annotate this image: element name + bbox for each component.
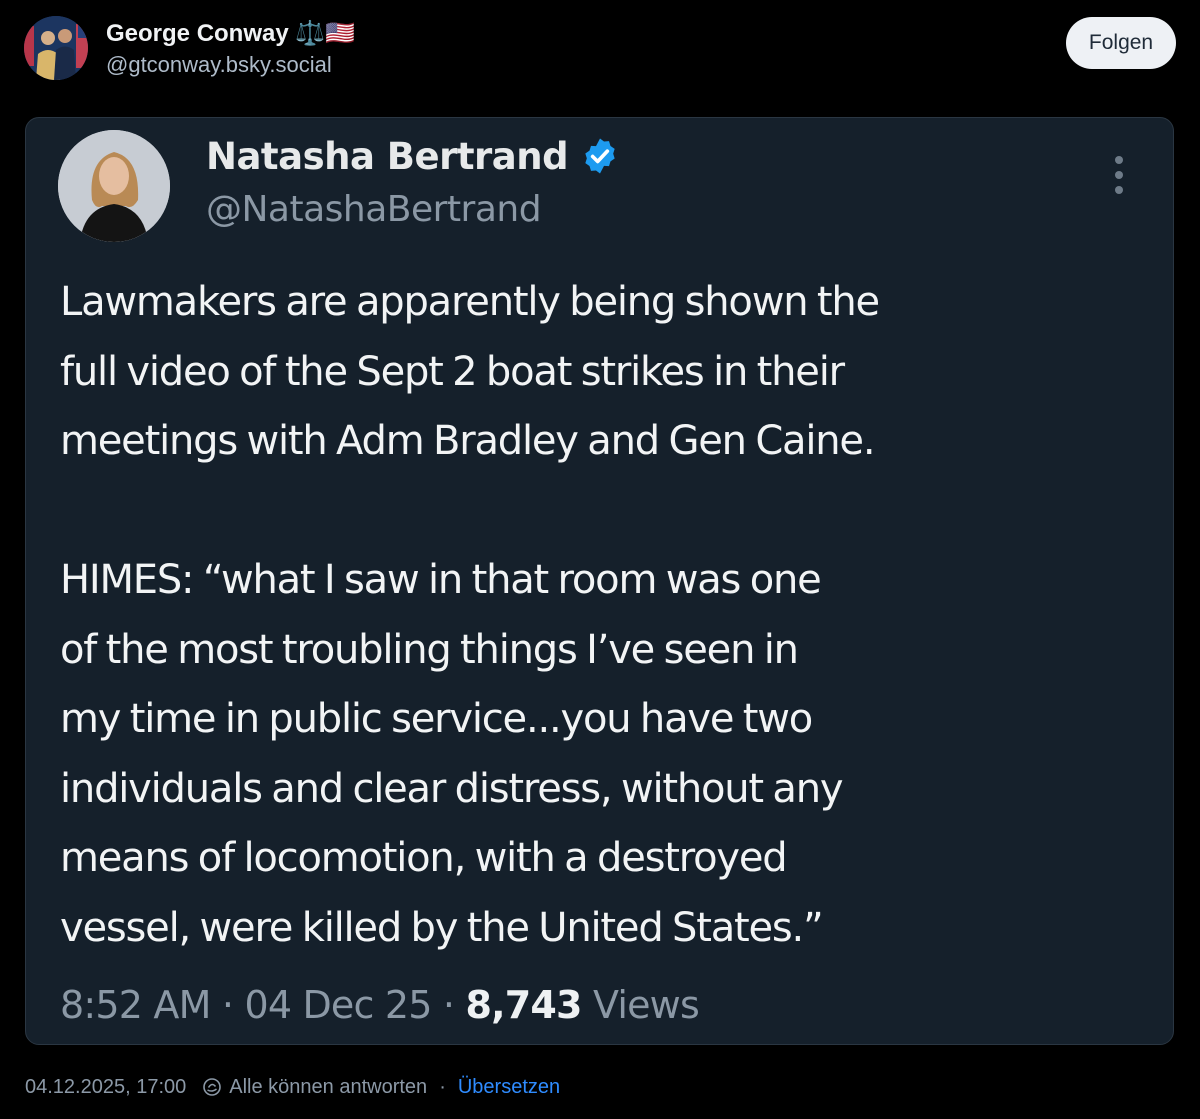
translate-link[interactable]: Übersetzen xyxy=(458,1076,560,1099)
post-header: George Conway ⚖️🇺🇸 @gtconway.bsky.social… xyxy=(24,16,1176,82)
reply-setting-icon xyxy=(202,1077,222,1097)
reply-setting-label[interactable]: Alle können antworten xyxy=(229,1076,427,1099)
views-count: 8,743 xyxy=(465,983,582,1027)
follow-button[interactable]: Folgen xyxy=(1066,17,1176,69)
author-avatar[interactable] xyxy=(24,16,88,80)
footer-separator: · xyxy=(439,1075,446,1098)
post-timestamp[interactable]: 04.12.2025, 17:00 xyxy=(25,1076,186,1099)
quoted-tweet-text: Lawmakers are apparently being shown the… xyxy=(60,279,880,951)
post-footer: 04.12.2025, 17:00 Alle können antworten … xyxy=(25,1072,560,1102)
author-avatar-image xyxy=(24,16,88,80)
author-handle[interactable]: @gtconway.bsky.social xyxy=(106,50,332,80)
quoted-author-name: Natasha Bertrand xyxy=(206,134,569,178)
quoted-time: 8:52 AM xyxy=(60,983,211,1027)
quoted-author-handle: @NatashaBertrand xyxy=(206,189,542,230)
quoted-tweet-meta: 8:52 AM · 04 Dec 25 · 8,743 Views xyxy=(60,976,700,1034)
meta-separator: · xyxy=(221,983,234,1027)
verified-badge-icon xyxy=(580,136,620,176)
more-vertical-icon xyxy=(1109,154,1129,198)
meta-separator: · xyxy=(442,983,455,1027)
quoted-date: 04 Dec 25 xyxy=(244,983,432,1027)
quoted-name-row: Natasha Bertrand xyxy=(206,130,620,182)
quoted-author-avatar xyxy=(58,130,170,242)
embedded-image-card[interactable]: Natasha Bertrand @NatashaBertrand Lawmak… xyxy=(25,117,1174,1045)
author-display-name[interactable]: George Conway ⚖️🇺🇸 xyxy=(106,18,355,50)
views-label: Views xyxy=(592,983,700,1027)
quoted-author-avatar-image xyxy=(58,130,170,242)
